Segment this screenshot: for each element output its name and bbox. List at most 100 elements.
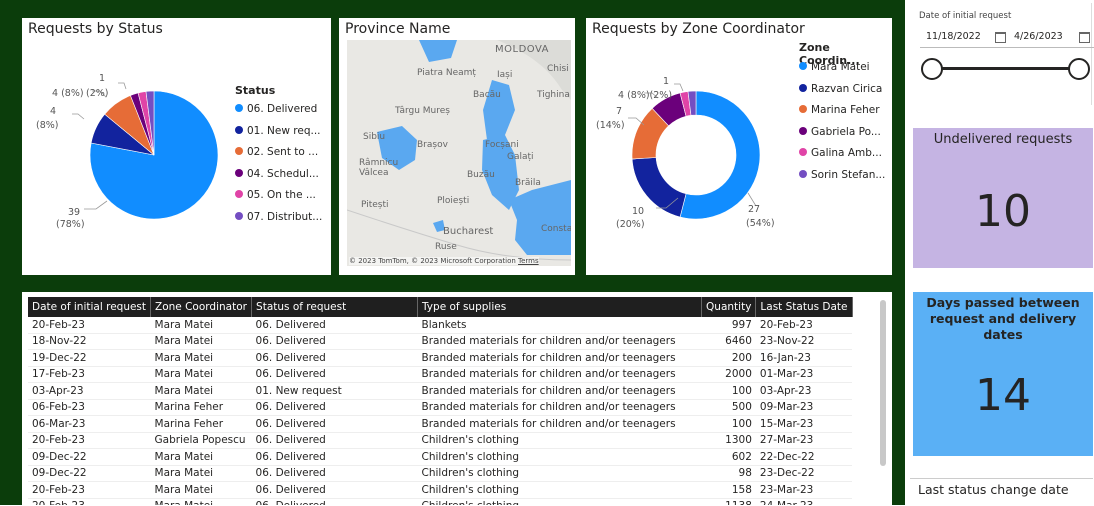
table-row[interactable]: 09-Dec-22 Mara Matei 06. Delivered Children… — [28, 465, 853, 482]
table-cell: Children's clothing — [417, 498, 702, 505]
calendar-icon[interactable] — [1079, 32, 1090, 43]
table-row[interactable]: 06-Mar-23 Marina Feher 06. Delivered Brande… — [28, 415, 853, 433]
status-legend-item[interactable]: 01. New req... — [235, 125, 321, 137]
start-date-field[interactable]: 11/18/2022 — [920, 27, 1010, 48]
table-cell: Gabriela Popescu — [150, 432, 252, 449]
table-cell: 997 — [701, 317, 756, 334]
status-legend-label: 02. Sent to ... — [247, 146, 319, 158]
zone-legend-item[interactable]: Mara Matei — [799, 61, 870, 73]
calendar-icon[interactable] — [995, 32, 1006, 43]
zone-label-27: 27 — [748, 204, 760, 215]
status-legend-label: 04. Schedul... — [247, 167, 319, 180]
zone-donut-tile[interactable]: Requests by Zone Coordinator 27 (54%) 10… — [586, 18, 892, 275]
table-row[interactable]: 06-Feb-23 Marina Feher 06. Delivered Brande… — [28, 399, 853, 416]
column-header[interactable]: Type of supplies — [417, 297, 703, 317]
column-header[interactable]: Quantity — [701, 297, 757, 317]
table-cell: 09-Dec-22 — [28, 465, 151, 482]
table-cell: Marina Feher — [150, 415, 252, 433]
table-cell: Marina Feher — [150, 399, 252, 416]
slider-start-handle[interactable] — [921, 58, 943, 80]
map-place-label: Brașov — [417, 140, 448, 150]
status-legend-item[interactable]: 06. Delivered — [235, 103, 317, 115]
table-cell: 16-Jan-23 — [755, 349, 853, 367]
column-header[interactable]: Status of request — [251, 297, 419, 317]
table-cell: Mara Matei — [150, 333, 252, 350]
zone-legend-item[interactable]: Razvan Cirica — [799, 83, 882, 95]
column-header[interactable]: Date of initial request — [28, 297, 152, 317]
table-row[interactable]: 20-Feb-23 Mara Matei 06. Delivered Blankets… — [28, 317, 853, 334]
zone-legend-label: Galina Amb... — [811, 147, 882, 159]
status-legend-item[interactable]: 02. Sent to ... — [235, 146, 318, 158]
table-row[interactable]: 19-Dec-22 Mara Matei 06. Delivered Branded … — [28, 349, 853, 367]
map-place-label: Piatra Neamț — [417, 68, 476, 78]
table-cell: Mara Matei — [150, 448, 252, 466]
table-cell: 06. Delivered — [251, 366, 418, 383]
map-place-label: Ploiești — [437, 196, 470, 206]
table-cell: 20-Feb-23 — [28, 498, 151, 505]
table-row[interactable]: 20-Feb-23Mara Matei06. DeliveredChildren… — [28, 481, 853, 499]
table-cell: 01. New request — [251, 382, 418, 400]
zone-legend-label: Marina Feher — [811, 104, 880, 116]
status-label-2pct: (2%) — [86, 88, 108, 99]
table-row[interactable]: 18-Nov-22 Mara Matei 06. Delivered Branded … — [28, 333, 853, 350]
zone-label-4-8pct: 4 (8%)(2%) — [618, 90, 672, 101]
table-cell: 03-Apr-23 — [28, 382, 151, 400]
date-slicer[interactable]: Date of initial request 11/18/2022 4/26/… — [908, 3, 1094, 105]
status-legend-item[interactable]: 05. On the ... — [235, 189, 316, 201]
province-map[interactable]: MOLDOVA Chisi Piatra Neamț Iași Bacău Ti… — [347, 40, 571, 266]
zone-legend-item[interactable]: Sorin Stefan... — [799, 169, 885, 181]
map-place-label: Sibiu — [363, 132, 386, 142]
legend-dot-icon — [799, 62, 807, 70]
table-cell: 06. Delivered — [251, 448, 418, 466]
table-cell: Branded materials for children and/or te… — [417, 333, 702, 350]
table-cell: 06-Feb-23 — [28, 399, 151, 416]
slicer-title: Date of initial request — [919, 11, 1012, 21]
zone-label-1: 1 — [663, 76, 669, 87]
table-cell: Children's clothing — [417, 432, 702, 449]
legend-dot-icon — [799, 105, 807, 113]
status-pie-tile[interactable]: Requests by Status 39 (78%) 4 (8%) 4 (8%… — [22, 18, 331, 275]
table-cell: 06. Delivered — [251, 415, 418, 433]
table-cell: 200 — [701, 349, 756, 367]
table-cell: 01-Mar-23 — [755, 366, 853, 383]
status-label-4-8pct: 4 (8%) — [52, 88, 84, 99]
start-date-value: 11/18/2022 — [926, 31, 981, 42]
slider-end-handle[interactable] — [1068, 58, 1090, 80]
status-legend-item[interactable]: 04. Schedul... — [235, 168, 319, 180]
table-row[interactable]: 03-Apr-23 Mara Matei 01. New request Brande… — [28, 382, 853, 400]
table-cell: Branded materials for children and/or te… — [417, 366, 702, 383]
legend-dot-icon — [235, 104, 243, 112]
legend-dot-icon — [235, 147, 243, 155]
table-cell: Mara Matei — [150, 498, 252, 505]
table-cell: 17-Feb-23 — [28, 366, 151, 383]
table-cell: Children's clothing — [417, 465, 702, 482]
table-row[interactable]: 20-Feb-23Mara Matei06. DeliveredChildren… — [28, 498, 853, 505]
table-row[interactable]: 17-Feb-23 Mara Matei 06. Delivered Branded … — [28, 366, 853, 383]
zone-legend-item[interactable]: Galina Amb... — [799, 147, 882, 159]
days-passed-card: Days passed between request and delivery… — [913, 292, 1093, 456]
province-map-tile[interactable]: Province Name MOLDOVA Chisi Piatra Neamț… — [339, 18, 575, 275]
table-row[interactable]: 20-Feb-23 Gabriela Popescu 06. Delivered Ch… — [28, 432, 853, 449]
table-cell: 06. Delivered — [251, 481, 418, 499]
zone-label-20pct: (20%) — [616, 219, 645, 230]
days-passed-value: 14 — [975, 370, 1031, 421]
table-cell: Branded materials for children and/or te… — [417, 415, 702, 433]
map-attribution: © 2023 TomTom, © 2023 Microsoft Corporat… — [349, 257, 539, 265]
legend-dot-icon — [235, 168, 243, 177]
column-header[interactable]: Last Status Date — [755, 297, 853, 317]
status-legend-item[interactable]: 07. Distribut... — [235, 211, 322, 223]
column-header[interactable]: Zone Coordinator — [150, 297, 253, 317]
days-passed-title: Days passed between request and delivery… — [926, 295, 1080, 342]
zone-legend-item[interactable]: Marina Feher — [799, 104, 880, 116]
zone-label-10: 10 — [632, 206, 644, 217]
map-terms-link[interactable]: Terms — [518, 257, 539, 265]
slider-track[interactable] — [930, 67, 1078, 70]
table-cell: Blankets — [417, 317, 702, 334]
end-date-field[interactable]: 4/26/2023 — [1008, 27, 1094, 48]
table-row[interactable]: 09-Dec-22 Mara Matei 06. Delivered Children… — [28, 448, 853, 466]
zone-legend-item[interactable]: Gabriela Po... — [799, 126, 881, 138]
table-scrollbar[interactable] — [880, 300, 886, 466]
table-cell: 23-Mar-23 — [755, 481, 853, 499]
requests-table-tile[interactable]: Date of initial request Zone Coordinator S… — [22, 292, 892, 505]
requests-table[interactable]: Date of initial request Zone Coordinator S… — [28, 297, 853, 505]
